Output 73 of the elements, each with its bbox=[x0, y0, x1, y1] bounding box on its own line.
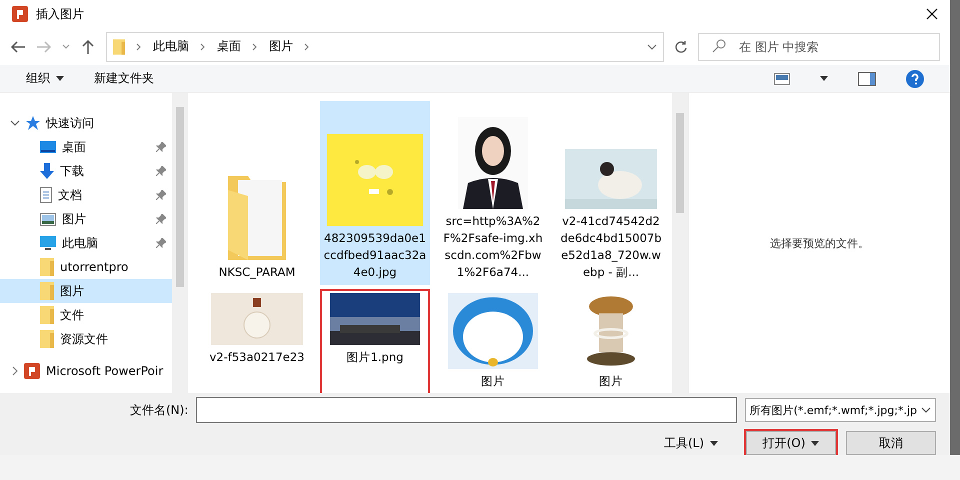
sidebar-item[interactable]: utorrentpro bbox=[0, 255, 172, 279]
close-icon[interactable] bbox=[926, 8, 938, 20]
folder-icon bbox=[40, 282, 54, 300]
sidebar-item[interactable]: 图片 bbox=[0, 279, 172, 303]
app-icon bbox=[12, 6, 28, 22]
caret-icon bbox=[811, 440, 820, 446]
pin-icon bbox=[156, 238, 166, 248]
cancel-button[interactable]: 取消 bbox=[846, 431, 936, 455]
new-folder-button[interactable]: 新建文件夹 bbox=[94, 70, 154, 88]
pin-icon bbox=[156, 214, 166, 224]
organize-menu-button[interactable]: 组织 bbox=[26, 70, 64, 88]
folder-icon bbox=[40, 258, 54, 276]
sidebar-group[interactable]: Microsoft PowerPoir bbox=[0, 359, 172, 383]
folder-icon bbox=[40, 306, 54, 324]
app-icon bbox=[24, 363, 40, 379]
chevron-right-icon bbox=[199, 42, 207, 51]
sidebar-item[interactable]: 文件 bbox=[0, 303, 172, 327]
file-item[interactable]: 482309539da0e1ccdfbed91aac32a4e0.jpg bbox=[320, 101, 430, 285]
sidebar-item[interactable]: 桌面 bbox=[0, 135, 172, 159]
address-bar[interactable]: 此电脑 桌面 图片 bbox=[106, 32, 664, 62]
help-icon[interactable] bbox=[906, 70, 924, 88]
chevron-right-icon bbox=[303, 42, 311, 51]
pin-icon bbox=[156, 142, 166, 152]
computer-icon bbox=[40, 236, 56, 250]
scrollbar[interactable] bbox=[672, 93, 688, 393]
caret-icon bbox=[820, 76, 828, 82]
caret-icon bbox=[710, 440, 718, 446]
up-arrow-icon[interactable] bbox=[80, 38, 96, 55]
document-icon bbox=[40, 187, 52, 203]
preview-message: 选择要预览的文件。 bbox=[770, 236, 869, 250]
back-icon[interactable] bbox=[10, 38, 26, 55]
file-item[interactable]: NKSC_PARAM bbox=[202, 101, 312, 285]
file-item[interactable]: 图片 bbox=[438, 289, 548, 393]
download-arrow-icon bbox=[40, 163, 54, 179]
sidebar-item[interactable]: 图片 bbox=[0, 207, 172, 231]
file-item[interactable]: v2-f53a0217e23 bbox=[202, 289, 312, 393]
caret-icon bbox=[56, 76, 64, 82]
picture-icon bbox=[40, 212, 56, 226]
chevron-down-icon[interactable] bbox=[647, 44, 657, 50]
window-title: 插入图片 bbox=[36, 6, 85, 23]
desktop-icon bbox=[40, 141, 56, 153]
folder-icon bbox=[40, 330, 54, 348]
file-type-dropdown[interactable]: 所有图片(*.emf;*.wmf;*.jpg;*.jp bbox=[744, 398, 936, 422]
filename-field[interactable] bbox=[196, 397, 737, 423]
view-icon[interactable] bbox=[774, 72, 790, 85]
search-field[interactable]: 在 图片 中搜索 bbox=[698, 32, 940, 61]
chevron-down-icon bbox=[921, 407, 931, 413]
sidebar-item[interactable]: 下载 bbox=[0, 159, 172, 183]
tools-menu-button[interactable]: 工具(L) bbox=[646, 431, 736, 455]
file-item[interactable]: 图片 bbox=[556, 289, 666, 393]
open-button[interactable]: 打开(O) bbox=[746, 431, 836, 455]
sidebar-item[interactable]: 文档 bbox=[0, 183, 172, 207]
preview-pane-icon[interactable] bbox=[858, 72, 876, 86]
file-item[interactable]: v2-41cd74542d2de6dc4bd15007be52d1a8_720w.webp - 副... bbox=[556, 101, 666, 285]
scrollbar[interactable] bbox=[172, 93, 188, 393]
breadcrumb-item[interactable]: 桌面 bbox=[217, 38, 241, 56]
chevron-right-icon bbox=[251, 42, 259, 51]
sidebar-group[interactable]: 快速访问 bbox=[0, 111, 172, 135]
filename-label: 文件名(N): bbox=[130, 402, 188, 418]
chevron-right-icon bbox=[135, 42, 143, 51]
star-icon bbox=[26, 116, 40, 130]
chevron-right-icon[interactable] bbox=[12, 366, 18, 376]
breadcrumb-item[interactable]: 此电脑 bbox=[153, 38, 189, 56]
breadcrumb-item[interactable]: 图片 bbox=[269, 38, 293, 56]
folder-icon bbox=[113, 38, 125, 55]
pin-icon bbox=[156, 166, 166, 176]
sidebar-item[interactable]: 资源文件 bbox=[0, 327, 172, 351]
sidebar-item[interactable]: 此电脑 bbox=[0, 231, 172, 255]
file-item[interactable]: src=http%3A%2F%2Fsafe-img.xhscdn.com%2Fbw1%2F6a74... bbox=[438, 101, 548, 285]
pin-icon bbox=[156, 190, 166, 200]
search-icon bbox=[712, 38, 726, 53]
chevron-down-icon[interactable] bbox=[10, 120, 20, 126]
refresh-icon[interactable] bbox=[674, 40, 688, 54]
